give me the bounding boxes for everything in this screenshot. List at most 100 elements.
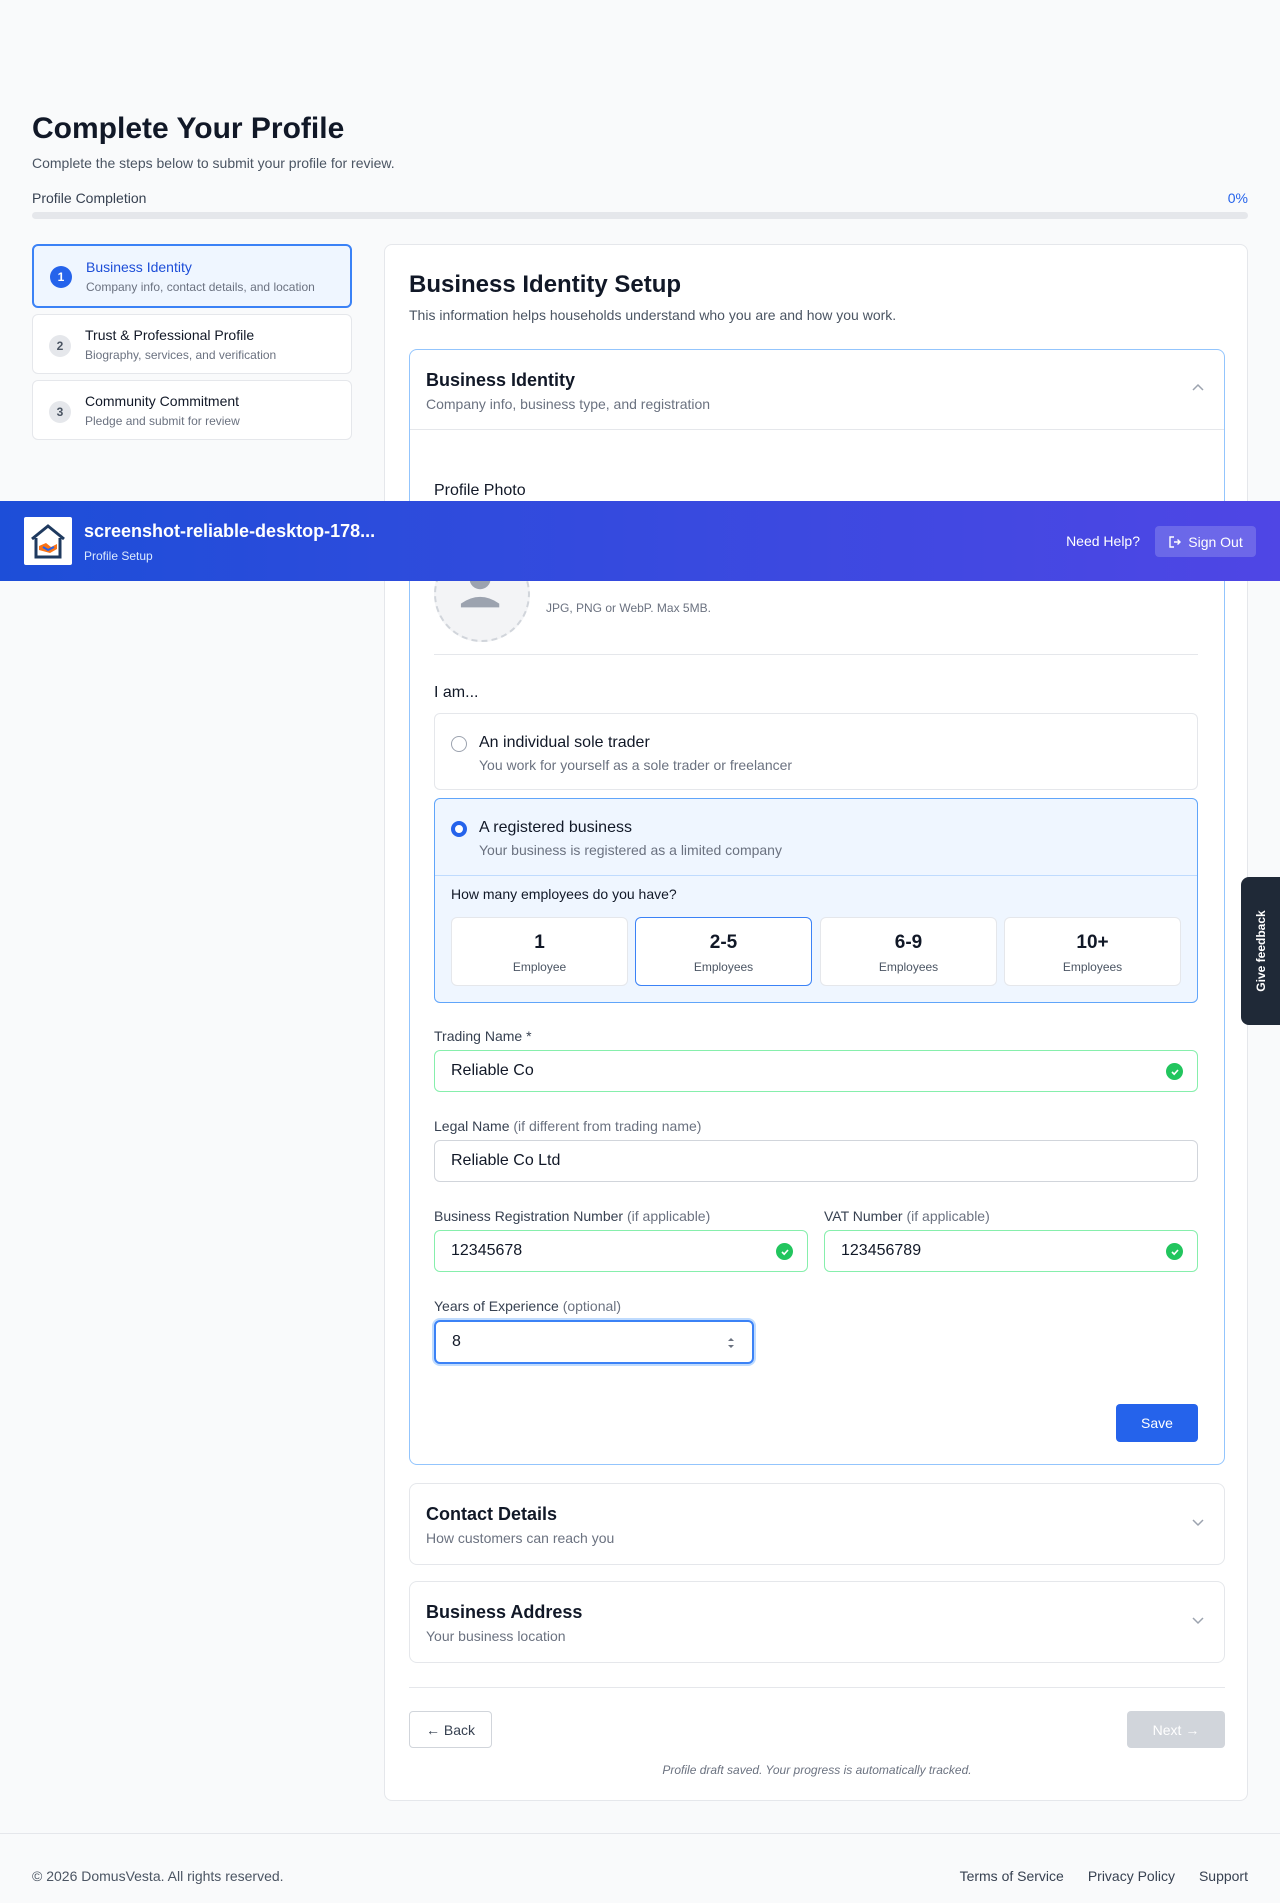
profile-photo-label: Profile Photo	[434, 482, 526, 499]
employees-value: 2-5	[709, 932, 738, 953]
vat-number-input[interactable]: 123456789	[824, 1230, 1198, 1272]
divider	[434, 654, 1198, 655]
check-circle-icon	[1166, 1243, 1183, 1260]
vat-number-label: VAT Number (if applicable)	[824, 1208, 990, 1224]
accordion-title: Business Identity	[426, 370, 576, 390]
accordion-header[interactable]: Business Address Your business location	[410, 1582, 1224, 1662]
step-title: Community Commitment	[85, 393, 240, 409]
option-sole-trader[interactable]: An individual sole trader You work for y…	[434, 713, 1198, 790]
accordion-contact-details[interactable]: Contact Details How customers can reach …	[409, 1483, 1225, 1565]
divider	[435, 875, 1197, 876]
accordion-title: Contact Details	[426, 1504, 558, 1524]
radio-registered-business[interactable]	[451, 821, 467, 837]
employees-option-1[interactable]: 1 Employee	[451, 917, 628, 986]
need-help-link[interactable]: Need Help?	[1066, 533, 1140, 549]
step-number: 3	[49, 401, 71, 423]
employees-option-10-plus[interactable]: 10+ Employees	[1004, 917, 1181, 986]
employees-value: 6-9	[894, 932, 923, 953]
radio-sole-trader[interactable]	[451, 736, 467, 752]
divider	[409, 1687, 1225, 1688]
log-out-icon	[1169, 535, 1182, 548]
terms-link[interactable]: Terms of Service	[960, 1868, 1064, 1884]
page-title: Complete Your Profile	[32, 112, 345, 145]
option-registered-business[interactable]: A registered business Your business is r…	[434, 798, 1198, 1003]
iam-label: I am...	[434, 684, 479, 701]
footer-links: Terms of Service Privacy Policy Support	[960, 1868, 1248, 1884]
legal-name-label: Legal Name (if different from trading na…	[434, 1118, 702, 1134]
accordion-business-address[interactable]: Business Address Your business location	[409, 1581, 1225, 1663]
chevron-down-icon	[1192, 1519, 1204, 1527]
accordion-header[interactable]: Contact Details How customers can reach …	[410, 1484, 1224, 1564]
house-handshake-icon	[31, 524, 65, 559]
step-business-identity[interactable]: 1 Business Identity Company info, contac…	[32, 244, 352, 308]
registration-number-label: Business Registration Number (if applica…	[434, 1208, 711, 1224]
accordion-header[interactable]: Business Identity Company info, business…	[410, 350, 1224, 430]
progress-bar	[32, 212, 1248, 219]
step-title: Trust & Professional Profile	[85, 327, 255, 343]
feedback-label: Give feedback	[1253, 910, 1268, 992]
page-footer: © 2026 DomusVesta. All rights reserved. …	[0, 1833, 1280, 1903]
page-subtitle: Complete the steps below to submit your …	[32, 155, 395, 171]
step-list: 1 Business Identity Company info, contac…	[32, 244, 352, 446]
copyright-text: © 2026 DomusVesta. All rights reserved.	[32, 1868, 284, 1884]
sign-out-button[interactable]: Sign Out	[1155, 526, 1256, 557]
trading-name-value: Reliable Co	[451, 1062, 534, 1079]
registration-number-value: 12345678	[451, 1242, 523, 1259]
section-subtitle: This information helps households unders…	[409, 307, 897, 323]
save-button[interactable]: Save	[1116, 1404, 1198, 1442]
next-button[interactable]: Next →	[1127, 1711, 1225, 1748]
option-title: An individual sole trader	[479, 734, 650, 751]
years-experience-input[interactable]: 8	[434, 1320, 754, 1364]
trading-name-label: Trading Name *	[434, 1028, 532, 1044]
trading-name-input[interactable]: Reliable Co	[434, 1050, 1198, 1092]
option-subtitle: You work for yourself as a sole trader o…	[479, 757, 793, 773]
option-title: A registered business	[479, 819, 632, 836]
employees-option-6-9[interactable]: 6-9 Employees	[820, 917, 997, 986]
step-subtitle: Biography, services, and verification	[85, 348, 277, 362]
app-name: screenshot-reliable-desktop-178...	[84, 521, 376, 541]
check-circle-icon	[1166, 1063, 1183, 1080]
progress-percent: 0%	[1227, 190, 1248, 206]
back-button[interactable]: ← Back	[409, 1711, 492, 1748]
chevron-up-icon	[1192, 383, 1204, 391]
privacy-link[interactable]: Privacy Policy	[1088, 1868, 1175, 1884]
legal-name-value: Reliable Co Ltd	[451, 1152, 561, 1169]
step-community-commitment[interactable]: 3 Community Commitment Pledge and submit…	[32, 380, 352, 440]
employees-question: How many employees do you have?	[451, 886, 677, 902]
vat-number-value: 123456789	[841, 1242, 922, 1259]
section-title: Business Identity Setup	[409, 271, 682, 298]
step-title: Business Identity	[86, 259, 192, 275]
check-circle-icon	[776, 1243, 793, 1260]
step-number: 2	[49, 335, 71, 357]
employees-label: Employee	[512, 960, 567, 974]
employees-label: Employees	[1062, 960, 1123, 974]
brand-logo[interactable]	[24, 517, 72, 565]
step-subtitle: Company info, contact details, and locat…	[86, 280, 315, 294]
option-subtitle: Your business is registered as a limited…	[479, 842, 782, 858]
step-trust-professional[interactable]: 2 Trust & Professional Profile Biography…	[32, 314, 352, 374]
feedback-tab[interactable]: Give feedback	[1241, 877, 1280, 1025]
progress-label: Profile Completion	[32, 190, 147, 206]
years-experience-value: 8	[452, 1333, 461, 1350]
stepper-arrows-icon[interactable]	[726, 1333, 736, 1353]
years-experience-label: Years of Experience (optional)	[434, 1298, 622, 1314]
step-subtitle: Pledge and submit for review	[85, 414, 240, 428]
employees-value: 1	[534, 932, 545, 953]
employees-value: 10+	[1076, 932, 1109, 953]
support-link[interactable]: Support	[1199, 1868, 1248, 1884]
employees-label: Employees	[693, 960, 754, 974]
legal-name-input[interactable]: Reliable Co Ltd	[434, 1140, 1198, 1182]
accordion-subtitle: How customers can reach you	[426, 1530, 615, 1546]
employees-label: Employees	[878, 960, 939, 974]
accordion-title: Business Address	[426, 1602, 583, 1622]
employees-option-2-5[interactable]: 2-5 Employees	[635, 917, 812, 986]
app-header: screenshot-reliable-desktop-178... Profi…	[0, 501, 1280, 581]
chevron-down-icon	[1192, 1617, 1204, 1625]
draft-note: Profile draft saved. Your progress is au…	[662, 1763, 972, 1777]
accordion-subtitle: Your business location	[426, 1628, 566, 1644]
accordion-subtitle: Company info, business type, and registr…	[426, 396, 711, 412]
registration-number-input[interactable]: 12345678	[434, 1230, 808, 1272]
photo-hint: JPG, PNG or WebP. Max 5MB.	[546, 601, 711, 615]
main-card: Business Identity Setup This information…	[384, 244, 1248, 1801]
sign-out-label: Sign Out	[1188, 533, 1243, 550]
